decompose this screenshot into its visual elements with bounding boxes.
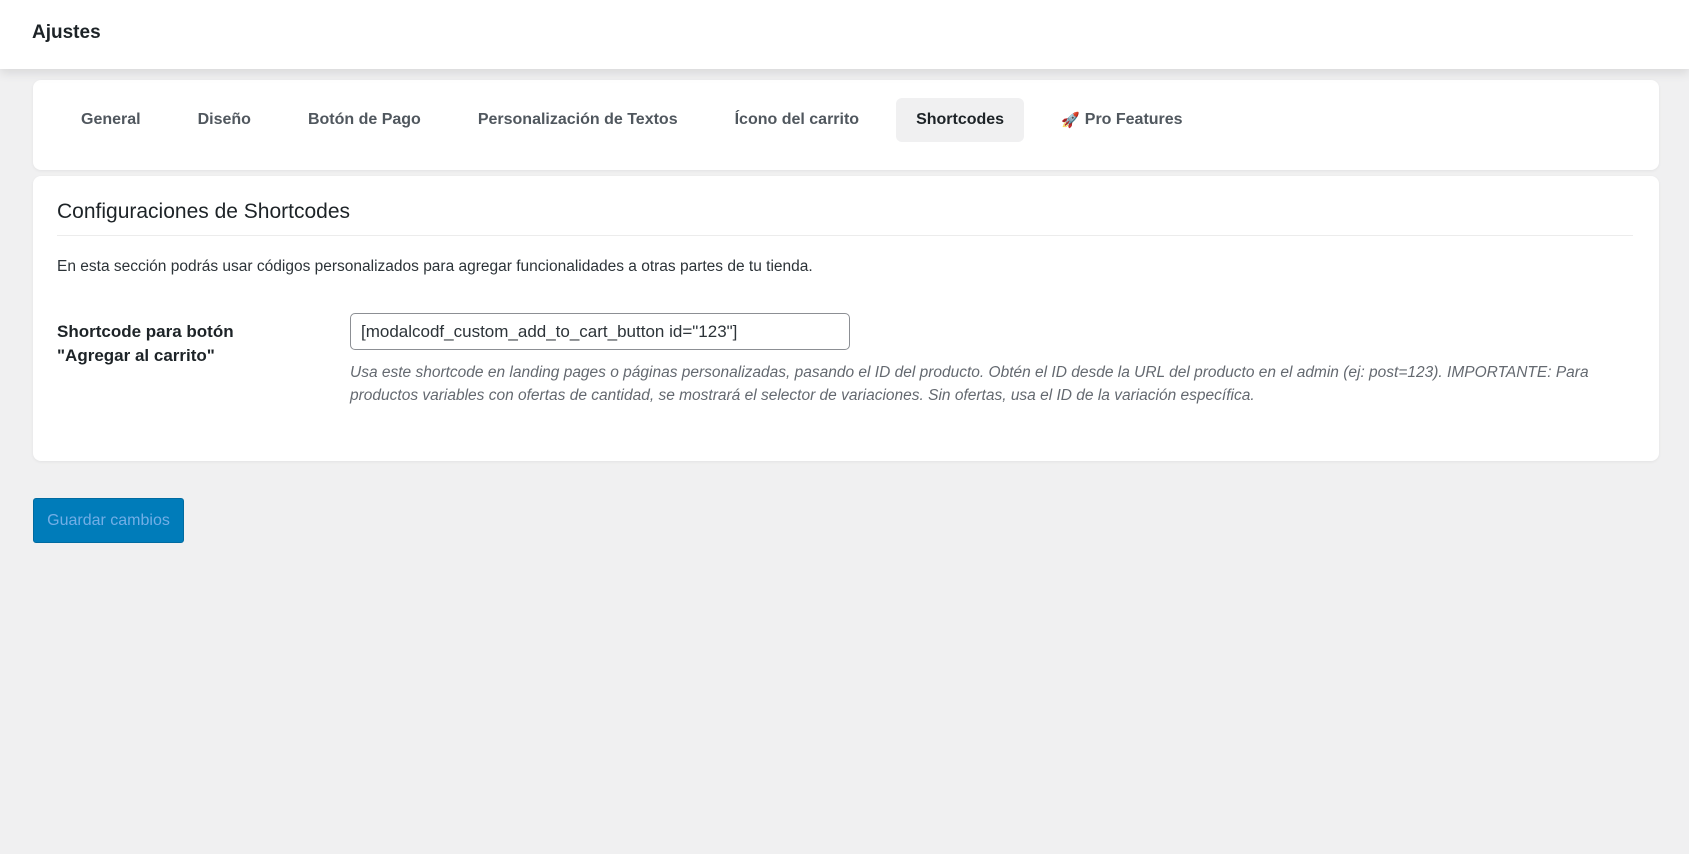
section-title: Configuraciones de Shortcodes (57, 200, 351, 223)
shortcode-input[interactable] (350, 313, 850, 350)
shortcodes-settings-card: Configuraciones de Shortcodes En esta se… (33, 176, 1659, 461)
tab-icono-del-carrito[interactable]: Ícono del carrito (715, 98, 879, 142)
save-changes-button[interactable]: Guardar cambios (33, 498, 184, 543)
settings-tabs: General Diseño Botón de Pago Personaliza… (61, 98, 1220, 142)
tab-label: Personalización de Textos (477, 111, 678, 128)
tab-label: Ícono del carrito (734, 111, 860, 128)
tab-general[interactable]: General (61, 98, 161, 142)
tab-shortcodes[interactable]: Shortcodes (896, 98, 1025, 142)
field-label-line: Shortcode para botón (57, 322, 234, 341)
page-title: Ajustes (32, 22, 101, 43)
section-divider (57, 235, 1633, 236)
tab-diseno[interactable]: Diseño (178, 98, 271, 142)
tab-label: Pro Features (1084, 111, 1183, 128)
tab-boton-de-pago[interactable]: Botón de Pago (288, 98, 441, 142)
tab-pro-features[interactable]: 🚀 Pro Features (1041, 98, 1203, 142)
field-label-line: "Agregar al carrito" (57, 346, 215, 365)
tab-label: Diseño (197, 111, 251, 128)
top-bar: Ajustes (0, 0, 1689, 69)
help-text-line: Usa este shortcode en landing pages o pá… (350, 364, 1589, 381)
tab-label: Shortcodes (916, 111, 1005, 128)
shortcode-field-label: Shortcode para botón "Agregar al carrito… (57, 320, 297, 368)
tab-label: Botón de Pago (307, 111, 421, 128)
tab-label: General (81, 111, 141, 128)
tabs-card: General Diseño Botón de Pago Personaliza… (33, 80, 1659, 170)
shortcode-help-text: Usa este shortcode en landing pages o pá… (350, 361, 1640, 407)
section-description: En esta sección podrás usar códigos pers… (57, 258, 813, 275)
tab-personalizacion-de-textos[interactable]: Personalización de Textos (458, 98, 698, 142)
help-text-line: productos variables con ofertas de canti… (350, 387, 1255, 404)
rocket-icon: 🚀 (1061, 112, 1080, 129)
